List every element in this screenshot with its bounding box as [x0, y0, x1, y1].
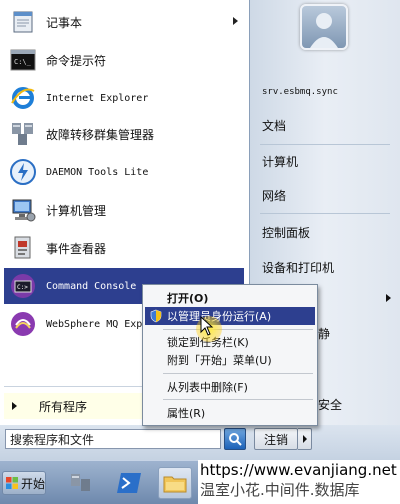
start-label: 开始 [21, 476, 46, 491]
computer-management-icon [8, 195, 38, 225]
submenu-arrow-icon [386, 294, 391, 302]
partially-hidden-label: 静 [318, 326, 331, 341]
menu-item-label: 附到「开始」菜单(U) [167, 354, 272, 367]
divider [260, 213, 390, 214]
program-cluster-manager[interactable]: 故障转移群集管理器 [4, 116, 244, 152]
arrow-right-icon [302, 435, 307, 443]
event-viewer-icon [8, 233, 38, 263]
watermark-caption: 温室小花.中间件.数据库 [200, 481, 360, 499]
menu-item-remove-from-list[interactable]: 从列表中删除(F) [145, 378, 315, 396]
control-panel-label: 控制面板 [262, 225, 311, 240]
menu-item-pin-taskbar[interactable]: 锁定到任务栏(K) [145, 333, 315, 351]
taskbar-powershell[interactable] [112, 467, 146, 499]
program-cmd[interactable]: C:\_ 命令提示符 [4, 42, 244, 78]
expand-arrow-icon [12, 402, 17, 410]
program-event-viewer[interactable]: 事件查看器 [4, 230, 244, 266]
ie-icon [8, 83, 38, 113]
user-icon [310, 13, 338, 48]
menu-item-pin-start[interactable]: 附到「开始」菜单(U) [145, 351, 315, 369]
cluster-manager-icon [8, 119, 38, 149]
command-console-icon: C:> [8, 271, 38, 301]
program-daemon-tools[interactable]: DAEMON Tools Lite [4, 154, 244, 190]
websphere-mq-icon [8, 309, 38, 339]
user-name-label: srv.esbmq.sync [262, 87, 338, 97]
all-programs-label: 所有程序 [39, 399, 88, 414]
program-label: 记事本 [46, 15, 83, 30]
program-label: 计算机管理 [46, 203, 107, 218]
program-label: 事件查看器 [46, 241, 107, 256]
search-row: 搜索程序和文件 注销 [0, 425, 400, 460]
menu-divider [163, 373, 313, 374]
logoff-label: 注销 [263, 432, 288, 447]
program-label: Command Console [46, 280, 137, 292]
devices-printers-label: 设备和打印机 [262, 260, 335, 275]
search-icon [229, 433, 242, 446]
powershell-icon [117, 473, 141, 493]
search-button[interactable] [224, 428, 246, 450]
notepad-icon [8, 7, 38, 37]
network-item[interactable]: 网络 [250, 182, 400, 208]
search-input[interactable]: 搜索程序和文件 [5, 429, 221, 449]
menu-item-properties[interactable]: 属性(R) [145, 404, 315, 422]
menu-item-open[interactable]: 打开(O) [145, 289, 315, 307]
security-label: 安全 [318, 397, 343, 412]
context-menu: 打开(O) 以管理员身份运行(A) 锁定到任务栏(K) 附到「开始」菜单(U) … [142, 284, 318, 426]
taskbar-explorer[interactable] [158, 467, 192, 499]
network-label: 网络 [262, 188, 287, 203]
cmd-icon: C:\_ [8, 45, 38, 75]
daemon-tools-icon [8, 157, 38, 187]
program-computer-management[interactable]: 计算机管理 [4, 192, 244, 228]
divider [260, 144, 390, 145]
watermark-url: https://www.evanjiang.net [200, 461, 397, 479]
computer-item[interactable]: 计算机 [250, 148, 400, 174]
svg-text:C:\_: C:\_ [14, 58, 32, 66]
program-label: DAEMON Tools Lite [46, 166, 149, 178]
program-notepad[interactable]: 记事本 [4, 4, 244, 40]
user-name-item[interactable]: srv.esbmq.sync [250, 79, 400, 105]
menu-item-label: 从列表中删除(F) [167, 381, 248, 394]
user-avatar[interactable] [300, 4, 348, 50]
windows-logo-icon [6, 477, 18, 489]
program-label: 故障转移群集管理器 [46, 127, 155, 142]
server-manager-icon [71, 474, 90, 491]
program-label: 命令提示符 [46, 53, 107, 68]
search-placeholder: 搜索程序和文件 [10, 432, 95, 447]
documents-item[interactable]: 文档 [250, 112, 400, 138]
logoff-button[interactable]: 注销 [254, 428, 298, 450]
documents-label: 文档 [262, 118, 287, 133]
program-internet-explorer[interactable]: Internet Explorer [4, 80, 244, 116]
watermark: https://www.evanjiang.net 温室小花.中间件.数据库 [198, 460, 400, 504]
devices-printers-item[interactable]: 设备和打印机 [250, 254, 400, 280]
folder-icon [163, 476, 187, 493]
menu-item-run-as-admin[interactable]: 以管理员身份运行(A) [145, 307, 315, 325]
start-button[interactable]: 开始 [2, 471, 46, 495]
shutdown-options-button[interactable] [298, 428, 312, 450]
menu-item-label: 属性(R) [167, 407, 206, 420]
program-label: WebSphere MQ Exp [46, 318, 143, 330]
uac-shield-icon [150, 309, 162, 323]
menu-divider [163, 329, 313, 330]
start-menu: 记事本 C:\_ 命令提示符 Internet Explorer 故障转移群集管… [0, 0, 400, 460]
control-panel-item[interactable]: 控制面板 [250, 219, 400, 245]
mouse-cursor-icon [200, 316, 214, 336]
menu-divider [163, 399, 313, 400]
computer-label: 计算机 [262, 154, 299, 169]
submenu-arrow-icon [233, 17, 238, 25]
menu-item-label: 打开(O) [167, 292, 209, 305]
taskbar-server-manager[interactable] [64, 467, 98, 499]
program-label: Internet Explorer [46, 92, 149, 104]
svg-text:C:>: C:> [17, 284, 28, 291]
